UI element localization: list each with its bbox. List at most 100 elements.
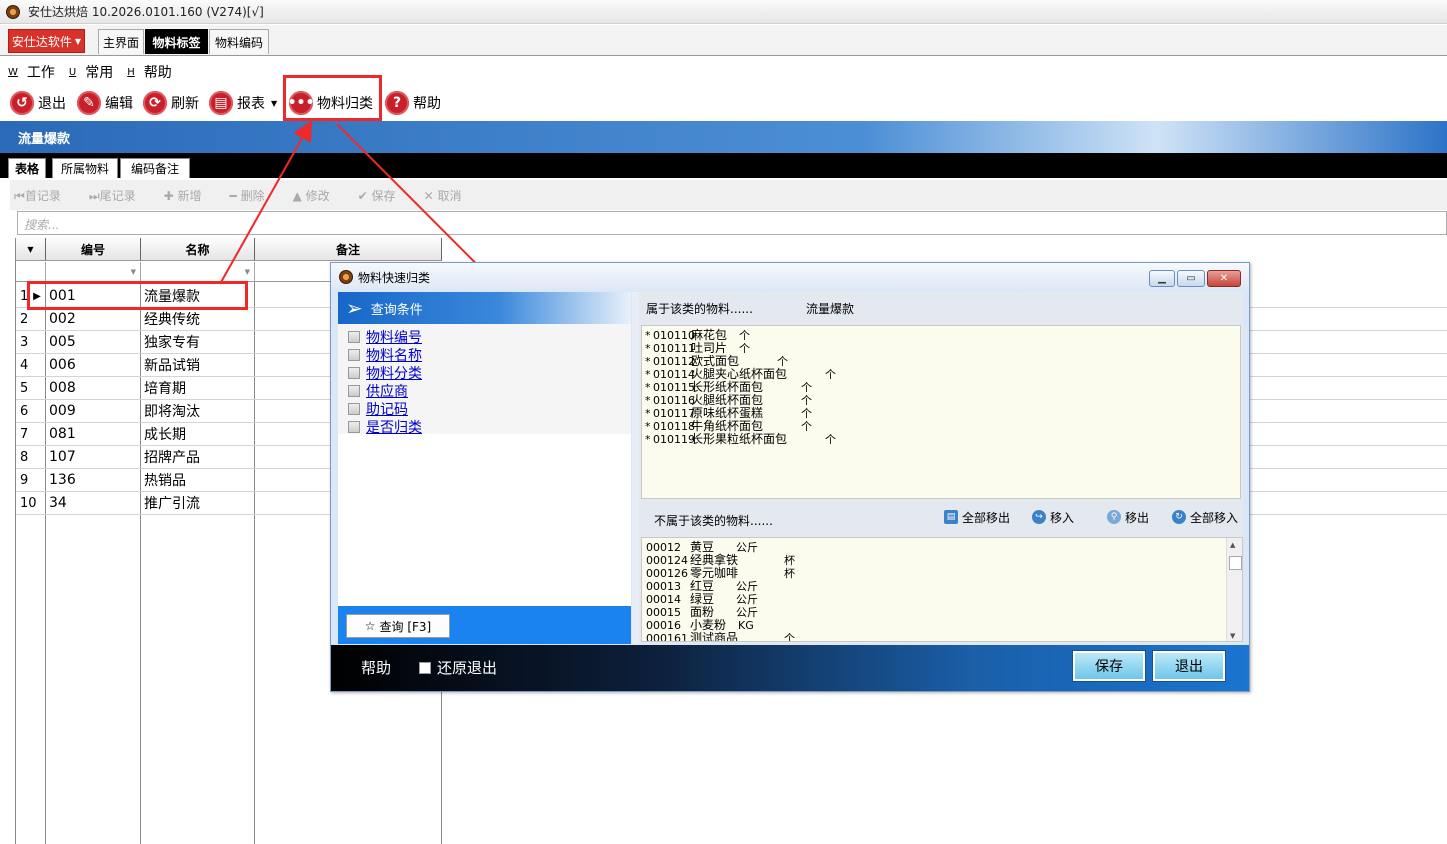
exit-button[interactable]: ↺ 退出 [10, 89, 66, 117]
row-number: 3 [20, 334, 29, 350]
row-number: 5 [20, 380, 29, 396]
tab-table[interactable]: 表格 [8, 158, 46, 178]
filter-name[interactable]: ▼ [141, 262, 255, 282]
tab-related-materials[interactable]: 所属物料 [52, 158, 118, 178]
query-condition[interactable]: 物料编号 [348, 328, 422, 346]
refresh-icon: ⟳ [143, 91, 167, 115]
column-header-note[interactable]: 备注 [255, 238, 442, 261]
list-item[interactable]: 00013 红豆 公斤 [646, 580, 795, 594]
cell-code[interactable]: 008 [46, 380, 141, 396]
notbelong-list[interactable]: 00012 黄豆 公斤 000124 经典拿铁杯 000126 零元咖啡杯 00013 红豆 公斤… [641, 537, 1243, 642]
save-button[interactable]: 保存 [1072, 650, 1146, 682]
checkbox-icon[interactable] [348, 349, 360, 361]
move-all-in-button[interactable]: ↻ 全部移入 [1172, 507, 1238, 527]
edit-button[interactable]: ✎ 编辑 [77, 89, 133, 117]
row-pointer-icon: ▶ [33, 290, 41, 302]
checkbox-icon[interactable] [348, 403, 360, 415]
cell-name[interactable]: 培育期 [141, 378, 255, 398]
cell-code[interactable]: 006 [46, 357, 141, 373]
tab-material-label[interactable]: 物料标签 [145, 29, 208, 54]
modify-record-button[interactable]: ▲ 修改 [293, 187, 344, 204]
checkbox-icon[interactable] [348, 367, 360, 379]
cell-name[interactable]: 推广引流 [141, 493, 255, 513]
refresh-button[interactable]: ⟳ 刷新 [143, 89, 199, 117]
panel-splitter[interactable] [632, 292, 639, 644]
cell-name[interactable]: 招牌产品 [141, 447, 255, 467]
cell-name[interactable]: 经典传统 [141, 309, 255, 329]
remove-all-button[interactable]: ▤ 全部移出 [944, 507, 1010, 527]
scrollbar[interactable]: ▲ ▼ [1226, 538, 1242, 641]
dialog-help-link[interactable]: 帮助 [361, 657, 391, 678]
last-record-button[interactable]: ⏭尾记录 [89, 187, 150, 204]
save-record-button[interactable]: ✔ 保存 [358, 187, 410, 204]
query-button[interactable]: ☆ 查询 [F3] [346, 614, 450, 638]
checkbox-icon[interactable] [348, 331, 360, 343]
menu-bar: W 工作 U 常用 H 帮助 [0, 60, 1447, 84]
query-condition[interactable]: 供应商 [348, 382, 408, 400]
checkbox-icon [419, 661, 431, 674]
belong-list[interactable]: * 010110 麻花包个 * 010111 吐司片个 * 010112 欧式面包个 * 01011… [641, 325, 1241, 499]
exit-dialog-button[interactable]: 退出 [1152, 650, 1226, 682]
list-item[interactable]: 000126 零元咖啡杯 [646, 567, 795, 581]
list-item[interactable]: * 010110 麻花包个 [645, 329, 1240, 343]
cell-code[interactable]: 002 [46, 311, 141, 327]
maximize-button[interactable]: ▭ [1177, 270, 1205, 287]
page-tab-strip: 安仕达软件 ▼ 主界面 物料标签 物料编码 [0, 25, 1447, 56]
cell-code[interactable]: 005 [46, 334, 141, 350]
report-button[interactable]: ▤ 报表 ▼ [209, 89, 277, 117]
first-record-button[interactable]: ⏮首记录 [14, 187, 75, 204]
search-input[interactable]: 搜索... [17, 211, 1447, 235]
cell-code[interactable]: 001 [46, 288, 141, 304]
checkbox-icon[interactable] [348, 421, 360, 433]
help-button[interactable]: ? 帮助 [385, 89, 441, 117]
tab-main[interactable]: 主界面 [98, 29, 144, 54]
belong-category: 流量爆款 [806, 301, 855, 316]
query-condition[interactable]: 物料分类 [348, 364, 422, 382]
query-condition[interactable]: 物料名称 [348, 346, 422, 364]
cell-code[interactable]: 107 [46, 449, 141, 465]
column-header-name[interactable]: 名称 [141, 238, 255, 261]
classify-button[interactable]: ••• 物料归类 [288, 89, 373, 117]
cell-code[interactable]: 136 [46, 472, 141, 488]
checkbox-icon[interactable] [348, 385, 360, 397]
window-title-bar: 安仕达烘焙 10.2026.0101.160 (V274)[√] [0, 0, 1447, 24]
cell-name[interactable]: 流量爆款 [141, 286, 255, 306]
query-header: ➢ 查询条件 [338, 292, 631, 324]
cell-name[interactable]: 热销品 [141, 470, 255, 490]
cell-name[interactable]: 独家专有 [141, 332, 255, 352]
column-header-code[interactable]: 编号 [46, 238, 141, 261]
cell-name[interactable]: 成长期 [141, 424, 255, 444]
cell-name[interactable]: 新品试销 [141, 355, 255, 375]
query-condition[interactable]: 助记码 [348, 400, 408, 418]
move-in-button[interactable]: ↪ 移入 [1032, 507, 1074, 527]
grid-row-selector-header[interactable]: ▼ [16, 238, 46, 261]
tab-material-code[interactable]: 物料编码 [209, 29, 269, 54]
cell-code[interactable]: 34 [46, 495, 141, 511]
list-item[interactable]: 000161 测试商品个 [646, 632, 795, 642]
minimize-button[interactable]: ▁ [1149, 270, 1175, 287]
restore-exit-checkbox[interactable]: 还原退出 [419, 657, 497, 678]
filter-cell[interactable] [16, 262, 46, 282]
close-button[interactable]: ✕ [1207, 270, 1241, 287]
delete-record-button[interactable]: ━ 删除 [230, 187, 279, 204]
dialog-title-bar: 物料快速归类 [331, 263, 1249, 291]
cell-name[interactable]: 即将淘汰 [141, 401, 255, 421]
brand-menu-label: 安仕达软件 [11, 34, 72, 49]
brand-menu-button[interactable]: 安仕达软件 ▼ [8, 29, 85, 53]
cancel-record-button[interactable]: ✕ 取消 [424, 187, 476, 204]
menu-help[interactable]: H 帮助 [127, 62, 172, 82]
move-out-button[interactable]: ⚲ 移出 [1107, 507, 1149, 527]
send-icon: ➢ [346, 296, 363, 320]
list-item[interactable]: * 010119 长形果粒纸杯面包个 [645, 433, 1240, 447]
tab-code-notes[interactable]: 编码备注 [120, 158, 190, 178]
cell-code[interactable]: 081 [46, 426, 141, 442]
add-record-button[interactable]: ✚ 新增 [164, 187, 216, 204]
list-item[interactable]: 00014 绿豆 公斤 [646, 593, 795, 607]
filter-code[interactable]: ▼ [46, 262, 141, 282]
cell-code[interactable]: 009 [46, 403, 141, 419]
menu-common[interactable]: U 常用 [69, 62, 113, 82]
query-condition[interactable]: 是否归类 [348, 418, 422, 436]
menu-work[interactable]: W 工作 [8, 62, 55, 82]
quick-classify-dialog: 物料快速归类 ▁ ▭ ✕ ➢ 查询条件 物料编号 物料名称 物料分类 供应商 助记码 是否… [330, 262, 1250, 692]
chevron-down-icon: ▼ [271, 98, 278, 108]
